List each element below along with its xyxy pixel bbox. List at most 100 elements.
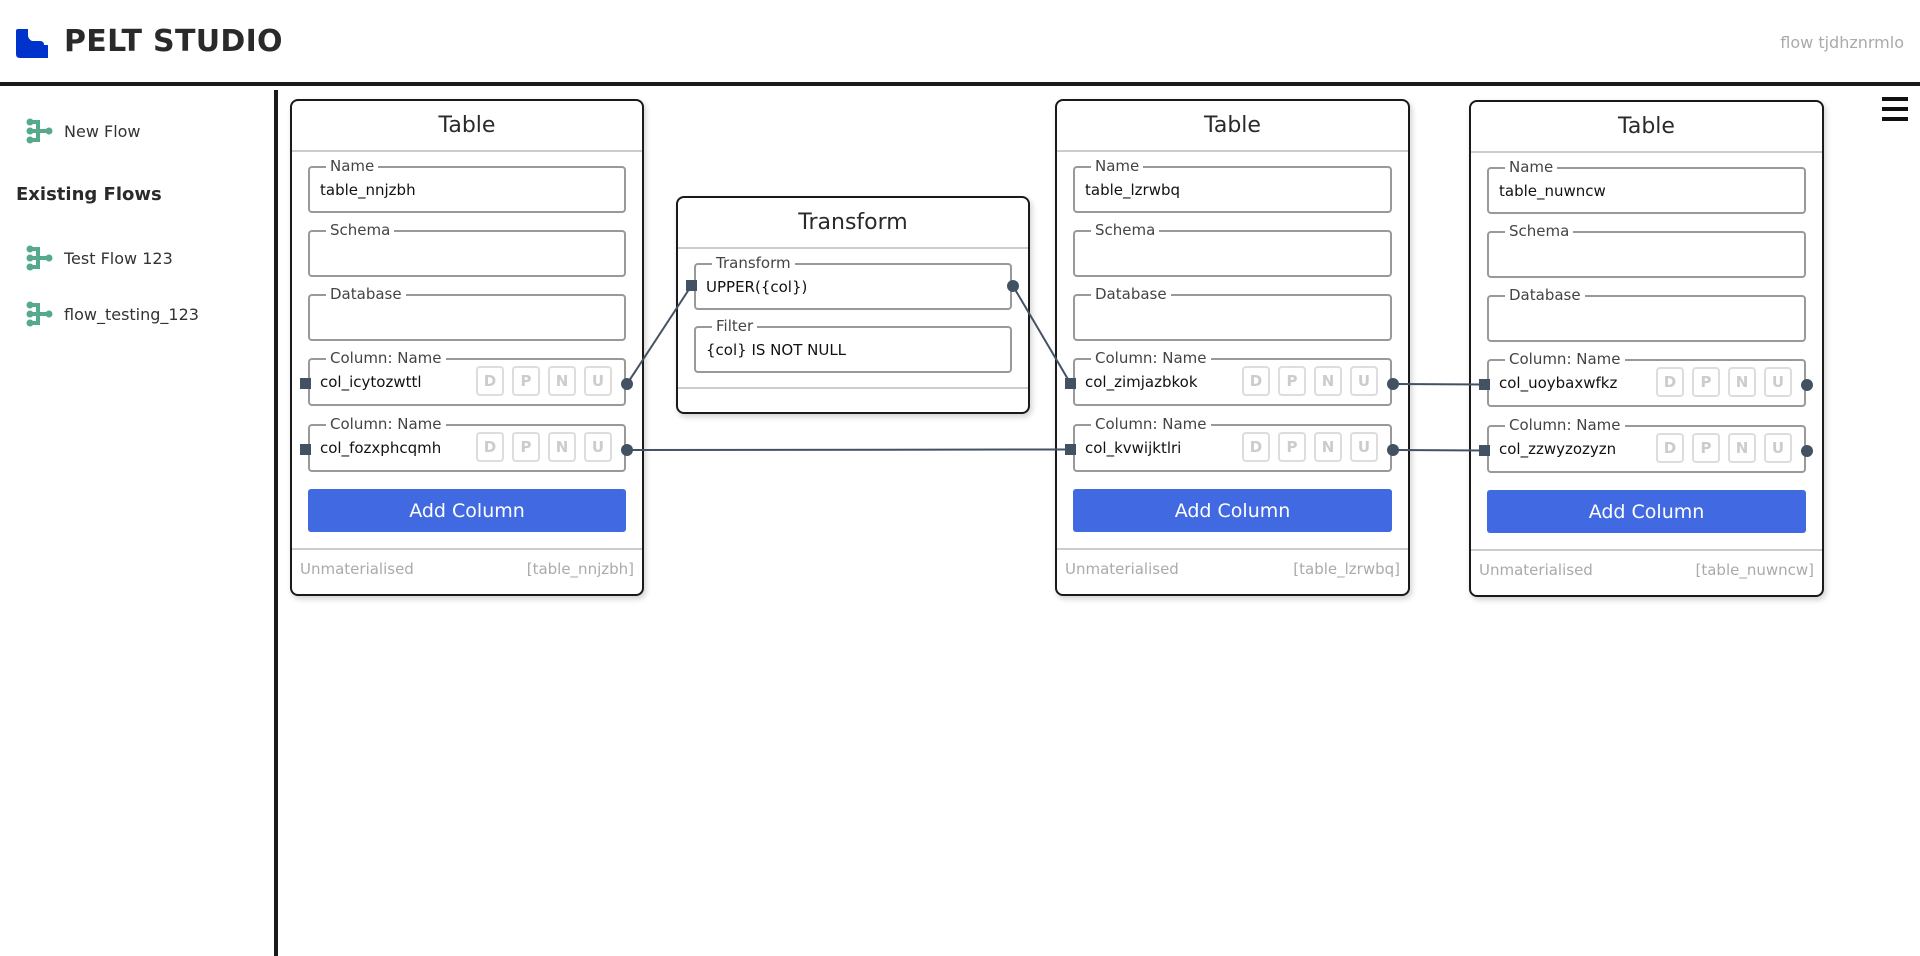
- table-node[interactable]: Table Name table_nuwncw Schema Database …: [1469, 100, 1824, 597]
- flag-p-toggle[interactable]: P: [1278, 432, 1306, 462]
- output-handle[interactable]: [1387, 378, 1399, 390]
- input-handle[interactable]: [1479, 379, 1490, 390]
- schema-input[interactable]: [312, 242, 622, 268]
- sidebar-new-flow-label: New Flow: [64, 121, 141, 141]
- add-column-button[interactable]: Add Column: [308, 489, 626, 532]
- schema-field[interactable]: Schema: [308, 221, 626, 277]
- column-field[interactable]: Column: Name col_kvwijktlri D P N U: [1065, 415, 1399, 472]
- flag-n-toggle[interactable]: N: [1314, 432, 1342, 462]
- name-field[interactable]: Name table_nnjzbh: [308, 157, 626, 213]
- flag-p-toggle[interactable]: P: [1278, 366, 1306, 396]
- transform-node[interactable]: Transform Transform UPPER({col}) Filter …: [676, 196, 1030, 414]
- field-label: Schema: [1091, 221, 1160, 239]
- column-name-value[interactable]: col_uoybaxwfkz: [1499, 374, 1617, 392]
- flag-p-toggle[interactable]: P: [512, 432, 540, 462]
- database-field[interactable]: Database: [308, 285, 626, 341]
- database-input[interactable]: [1491, 307, 1802, 333]
- name-field[interactable]: Name table_lzrwbq: [1073, 157, 1392, 213]
- flag-n-toggle[interactable]: N: [548, 366, 576, 396]
- transform-expression[interactable]: UPPER({col}): [706, 278, 807, 296]
- field-label: Name: [1505, 158, 1558, 176]
- materialisation-status: Unmaterialised: [1479, 561, 1593, 579]
- flag-n-toggle[interactable]: N: [548, 432, 576, 462]
- input-handle[interactable]: [686, 280, 697, 291]
- output-handle[interactable]: [1801, 445, 1813, 457]
- output-handle[interactable]: [621, 378, 633, 390]
- flag-d-toggle[interactable]: D: [1242, 432, 1270, 462]
- sidebar-flow-item[interactable]: Test Flow 123: [26, 245, 173, 271]
- flag-n-toggle[interactable]: N: [1314, 366, 1342, 396]
- column-name-value[interactable]: col_kvwijktlri: [1085, 439, 1181, 457]
- name-value[interactable]: table_nnjzbh: [320, 181, 416, 199]
- flag-n-toggle[interactable]: N: [1728, 367, 1756, 397]
- column-field[interactable]: Column: Name col_uoybaxwfkz D P N U: [1479, 350, 1813, 407]
- database-field[interactable]: Database: [1487, 286, 1806, 342]
- hamburger-menu-icon[interactable]: [1882, 97, 1908, 123]
- flag-u-toggle[interactable]: U: [584, 432, 612, 462]
- table-node[interactable]: Table Name table_nnjzbh Schema Database …: [290, 99, 644, 596]
- flag-u-toggle[interactable]: U: [584, 366, 612, 396]
- filter-field[interactable]: Filter {col} IS NOT NULL: [694, 317, 1012, 373]
- app-header: PELT STUDIO flow tjdhznrmlo: [0, 0, 1920, 86]
- input-handle[interactable]: [1065, 378, 1076, 389]
- flag-d-toggle[interactable]: D: [1656, 367, 1684, 397]
- sidebar: New Flow Existing Flows Test Flow 123 fl…: [0, 90, 278, 956]
- existing-flows-heading: Existing Flows: [16, 184, 162, 205]
- output-handle[interactable]: [1007, 280, 1019, 292]
- input-handle[interactable]: [1065, 444, 1076, 455]
- materialisation-status: Unmaterialised: [300, 560, 414, 578]
- schema-input[interactable]: [1491, 243, 1802, 269]
- column-field[interactable]: Column: Name col_zimjazbkok D P N U: [1065, 349, 1399, 406]
- input-handle[interactable]: [300, 378, 311, 389]
- flag-d-toggle[interactable]: D: [1242, 366, 1270, 396]
- flow-tree-icon: [26, 245, 53, 271]
- add-column-button[interactable]: Add Column: [1073, 489, 1392, 532]
- output-handle[interactable]: [1387, 444, 1399, 456]
- table-node[interactable]: Table Name table_lzrwbq Schema Database …: [1055, 99, 1410, 596]
- column-field[interactable]: Column: Name col_zzwyzozyzn D P N U: [1479, 416, 1813, 473]
- flag-n-toggle[interactable]: N: [1728, 433, 1756, 463]
- sidebar-flow-label: Test Flow 123: [64, 248, 173, 268]
- add-column-button[interactable]: Add Column: [1487, 490, 1806, 533]
- edge-connection[interactable]: [626, 448, 1071, 451]
- column-name-value[interactable]: col_icytozwttl: [320, 373, 422, 391]
- flag-p-toggle[interactable]: P: [1692, 433, 1720, 463]
- schema-field[interactable]: Schema: [1487, 222, 1806, 278]
- flag-p-toggle[interactable]: P: [512, 366, 540, 396]
- field-label: Name: [326, 157, 379, 175]
- sidebar-new-flow[interactable]: New Flow: [26, 118, 141, 144]
- flag-u-toggle[interactable]: U: [1764, 433, 1792, 463]
- flag-p-toggle[interactable]: P: [1692, 367, 1720, 397]
- name-field[interactable]: Name table_nuwncw: [1487, 158, 1806, 214]
- schema-field[interactable]: Schema: [1073, 221, 1392, 277]
- field-label: Name: [1091, 157, 1144, 175]
- sidebar-flow-item[interactable]: flow_testing_123: [26, 301, 199, 327]
- name-value[interactable]: table_nuwncw: [1499, 182, 1606, 200]
- output-handle[interactable]: [621, 444, 633, 456]
- flag-u-toggle[interactable]: U: [1350, 366, 1378, 396]
- database-input[interactable]: [1077, 306, 1388, 332]
- sidebar-flow-label: flow_testing_123: [64, 304, 199, 324]
- database-input[interactable]: [312, 306, 622, 332]
- column-name-value[interactable]: col_zimjazbkok: [1085, 373, 1198, 391]
- column-flags: D P N U: [1242, 366, 1378, 396]
- input-handle[interactable]: [300, 444, 311, 455]
- flag-d-toggle[interactable]: D: [476, 432, 504, 462]
- column-name-value[interactable]: col_zzwyzozyzn: [1499, 440, 1616, 458]
- schema-input[interactable]: [1077, 242, 1388, 268]
- name-value[interactable]: table_lzrwbq: [1085, 181, 1180, 199]
- transform-field[interactable]: Transform UPPER({col}): [686, 254, 1019, 310]
- flag-d-toggle[interactable]: D: [476, 366, 504, 396]
- flag-d-toggle[interactable]: D: [1656, 433, 1684, 463]
- database-field[interactable]: Database: [1073, 285, 1392, 341]
- filter-expression[interactable]: {col} IS NOT NULL: [706, 341, 846, 359]
- field-label: Column: Name: [1091, 349, 1211, 367]
- input-handle[interactable]: [1479, 445, 1490, 456]
- column-field[interactable]: Column: Name col_fozxphcqmh D P N U: [300, 415, 633, 472]
- column-name-value[interactable]: col_fozxphcqmh: [320, 439, 441, 457]
- field-label: Database: [1091, 285, 1171, 303]
- output-handle[interactable]: [1801, 379, 1813, 391]
- flag-u-toggle[interactable]: U: [1350, 432, 1378, 462]
- column-field[interactable]: Column: Name col_icytozwttl D P N U: [300, 349, 633, 406]
- flag-u-toggle[interactable]: U: [1764, 367, 1792, 397]
